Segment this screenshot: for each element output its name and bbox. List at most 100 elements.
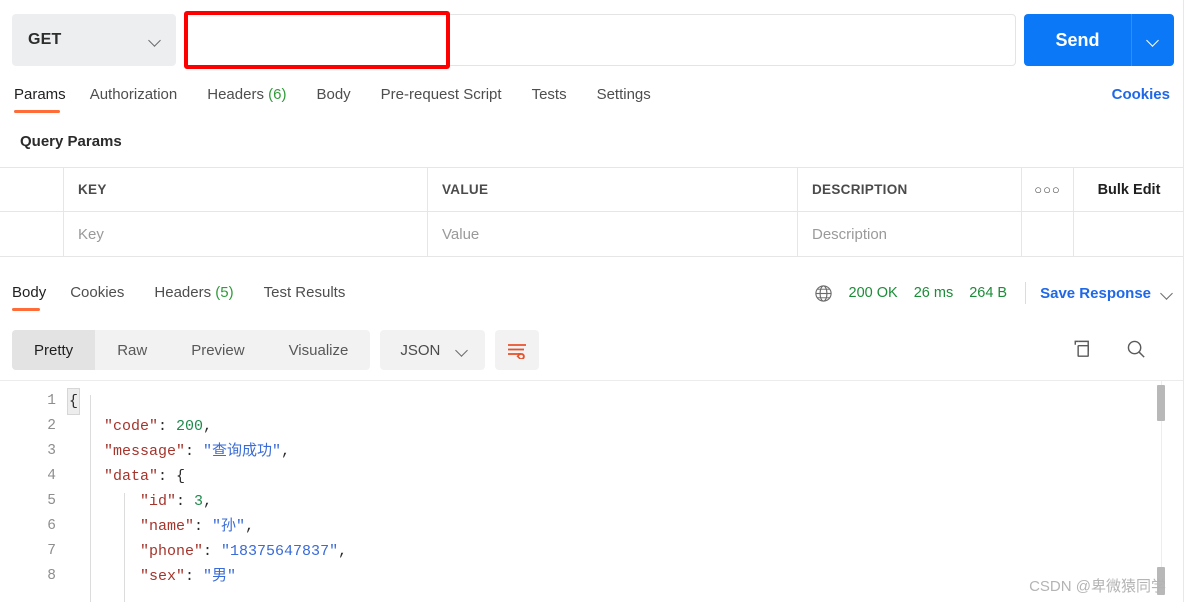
search-button[interactable] — [1125, 338, 1148, 366]
indent-guide — [124, 493, 125, 602]
placeholder-text: Value — [442, 225, 480, 243]
table-header-row: KEY VALUE DESCRIPTION ○○○ Bulk Edit — [0, 168, 1184, 212]
format-tab-visualize[interactable]: Visualize — [267, 330, 371, 370]
row-spacer — [1022, 212, 1074, 256]
code-line: 6 "name": "孙", — [0, 514, 1184, 539]
url-input-wrapper: localhost:8002/user/get/3 — [184, 11, 1016, 69]
response-meta: 200 OK 26 ms 264 B Save Response — [814, 282, 1174, 304]
bulk-edit-label: Bulk Edit — [1097, 181, 1161, 198]
code-token: : — [185, 443, 204, 460]
tab-label: Pre-request Script — [380, 86, 502, 103]
save-response-button[interactable]: Save Response — [1040, 285, 1151, 302]
http-method-selector[interactable]: GET — [12, 14, 176, 66]
tab-label: Cookies — [70, 284, 125, 301]
response-tab-cookies[interactable]: Cookies — [70, 278, 140, 311]
chevron-down-icon[interactable] — [1161, 289, 1174, 297]
response-time: 26 ms — [913, 285, 954, 301]
tab-settings[interactable]: Settings — [597, 80, 667, 113]
line-number: 7 — [47, 543, 56, 559]
code-token: , — [203, 418, 213, 435]
format-tab-preview[interactable]: Preview — [169, 330, 266, 370]
code-line: 7 "phone": "18375647837", — [0, 539, 1184, 564]
postman-window: GET localhost:8002/user/get/3 Send Param… — [0, 0, 1184, 602]
response-tab-body[interactable]: Body — [12, 278, 56, 311]
chevron-down-icon — [456, 346, 469, 354]
column-header-value: VALUE — [428, 168, 798, 211]
code-token: , — [281, 443, 291, 460]
code-token: "phone" — [140, 543, 204, 560]
chevron-down-icon — [149, 36, 162, 44]
ellipsis-icon: ○○○ — [1034, 182, 1061, 197]
param-value-input[interactable]: Value — [428, 212, 798, 256]
request-url-bar: GET localhost:8002/user/get/3 Send — [0, 0, 1184, 80]
more-options-button[interactable]: ○○○ — [1022, 168, 1074, 211]
tab-label: Tests — [531, 86, 567, 103]
response-body-viewer[interactable]: 1{2 "code": 200, 3 "message": "查询成功", 4 "d… — [0, 380, 1184, 602]
tab-body[interactable]: Body — [316, 80, 366, 113]
code-line: 5 "id": 3, — [0, 489, 1184, 514]
language-selector[interactable]: JSON — [380, 330, 486, 370]
tab-headers[interactable]: Headers (6) — [207, 80, 302, 113]
send-button-group[interactable]: Send — [1024, 14, 1174, 66]
tab-authorization[interactable]: Authorization — [90, 80, 194, 113]
code-token: , — [245, 518, 255, 535]
tab-count: (6) — [268, 86, 287, 103]
checkbox-cell — [0, 168, 64, 211]
code-text: "message": "查询成功", — [68, 439, 290, 464]
send-button[interactable]: Send — [1024, 14, 1132, 66]
code-text: "sex": "男" — [68, 564, 236, 589]
line-number: 8 — [47, 568, 56, 584]
code-token: "id" — [140, 493, 177, 510]
column-label: DESCRIPTION — [812, 182, 908, 197]
bulk-edit-button[interactable]: Bulk Edit — [1074, 168, 1184, 211]
column-label: KEY — [78, 182, 107, 197]
code-line: 2 "code": 200, — [0, 414, 1184, 439]
send-options-button[interactable] — [1132, 14, 1174, 66]
code-text: { — [66, 388, 81, 415]
param-key-input[interactable]: Key — [64, 212, 428, 256]
response-tab-headers[interactable]: Headers (5) — [154, 278, 249, 311]
code-token: : — [203, 543, 222, 560]
checkbox-cell[interactable] — [0, 212, 64, 256]
watermark: CSDN @卑微猿同学 — [1029, 578, 1166, 595]
request-tabs: Params Authorization Headers (6) Body Pr… — [0, 80, 1184, 122]
code-token: "查询成功" — [203, 443, 282, 460]
line-number: 2 — [47, 418, 56, 434]
scrollbar-thumb[interactable] — [1157, 385, 1165, 421]
cookies-link[interactable]: Cookies — [1112, 86, 1170, 103]
chevron-down-icon — [1147, 36, 1160, 44]
code-token: 200 — [176, 418, 204, 435]
format-tab-raw[interactable]: Raw — [95, 330, 169, 370]
copy-button[interactable] — [1070, 338, 1093, 366]
line-number: 3 — [47, 443, 56, 459]
search-icon — [1127, 340, 1145, 358]
code-token: "sex" — [140, 568, 186, 585]
wrap-lines-button[interactable] — [495, 330, 540, 370]
tab-label: Body — [316, 86, 351, 103]
tab-label: Authorization — [89, 86, 178, 103]
code-token: { — [176, 468, 186, 485]
tab-tests[interactable]: Tests — [532, 80, 583, 113]
code-token: "男" — [203, 568, 237, 585]
param-description-input[interactable]: Description — [798, 212, 1022, 256]
code-token: { — [66, 388, 81, 415]
code-token: : — [185, 568, 204, 585]
response-tab-test-results[interactable]: Test Results — [264, 278, 362, 311]
url-highlight-annotation — [184, 11, 450, 69]
tab-params[interactable]: Params — [14, 80, 76, 113]
code-token: , — [338, 543, 348, 560]
format-tab-pretty[interactable]: Pretty — [12, 330, 96, 370]
tab-pre-request-script[interactable]: Pre-request Script — [381, 80, 518, 113]
language-label: JSON — [400, 341, 441, 359]
code-line: 1{ — [0, 388, 1184, 415]
status-badge: 200 OK — [848, 285, 898, 301]
code-token: "孙" — [212, 518, 246, 535]
query-params-title: Query Params — [20, 133, 122, 150]
line-number: 5 — [47, 493, 56, 509]
code-lines: 1{2 "code": 200, 3 "message": "查询成功", 4 "d… — [0, 381, 1184, 589]
